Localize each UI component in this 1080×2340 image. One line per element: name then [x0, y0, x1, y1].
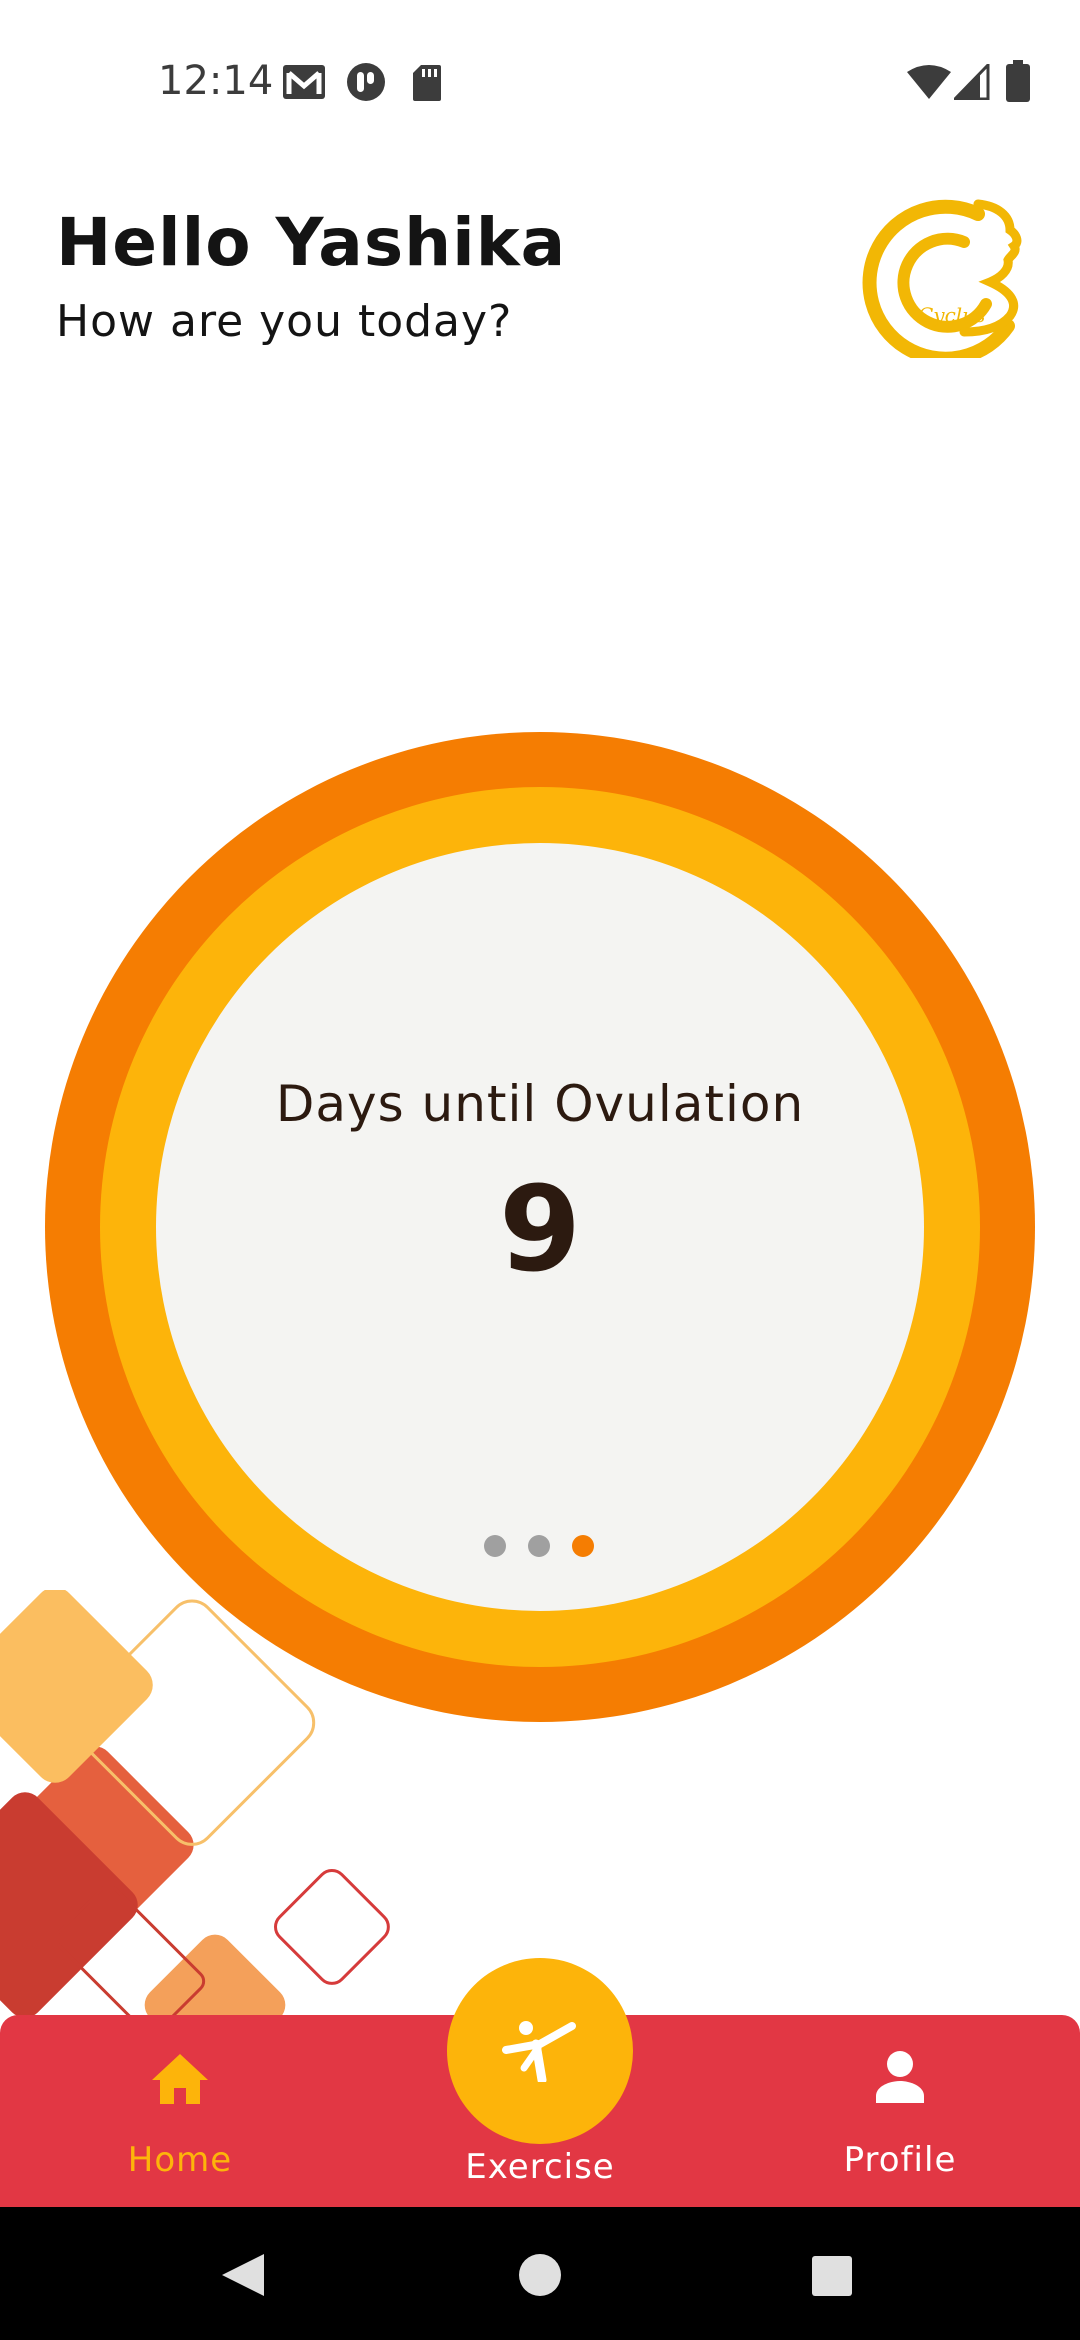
greeting-subtitle: How are you today?	[56, 296, 513, 347]
ovulation-days-value: 9	[498, 1160, 582, 1298]
home-circle-icon[interactable]	[518, 2253, 562, 2297]
notification-icon	[347, 63, 385, 101]
back-icon[interactable]	[220, 2252, 266, 2298]
battery-icon	[1006, 60, 1030, 102]
nav-label-exercise: Exercise	[465, 2147, 615, 2187]
page-indicator[interactable]	[484, 1535, 604, 1557]
status-bar: 12:14	[0, 0, 1080, 160]
page-dot[interactable]	[528, 1535, 550, 1557]
sd-card-icon	[413, 65, 441, 101]
gmail-icon	[283, 65, 325, 99]
exercise-icon	[502, 2021, 576, 2082]
recents-icon[interactable]	[811, 2255, 853, 2297]
ovulation-label: Days until Ovulation	[275, 1075, 805, 1133]
page-dot-active[interactable]	[572, 1535, 594, 1557]
system-navigation-bar	[0, 2207, 1080, 2340]
nav-item-profile[interactable]: Profile	[800, 2015, 1000, 2207]
nav-label-home: Home	[127, 2140, 233, 2180]
greeting-title: Hello Yashika	[56, 204, 567, 281]
wifi-icon	[907, 65, 951, 99]
status-time: 12:14	[158, 58, 274, 104]
nav-item-home[interactable]: Home	[80, 2015, 280, 2207]
cyclus-logo: Cyclus	[862, 199, 1022, 358]
signal-icon	[954, 64, 990, 100]
home-icon	[152, 2054, 208, 2104]
nav-label-profile: Profile	[843, 2140, 957, 2180]
page-dot[interactable]	[484, 1535, 506, 1557]
person-icon	[876, 2051, 924, 2103]
logo-text: Cyclus	[918, 303, 985, 327]
exercise-fab[interactable]	[447, 1958, 633, 2144]
